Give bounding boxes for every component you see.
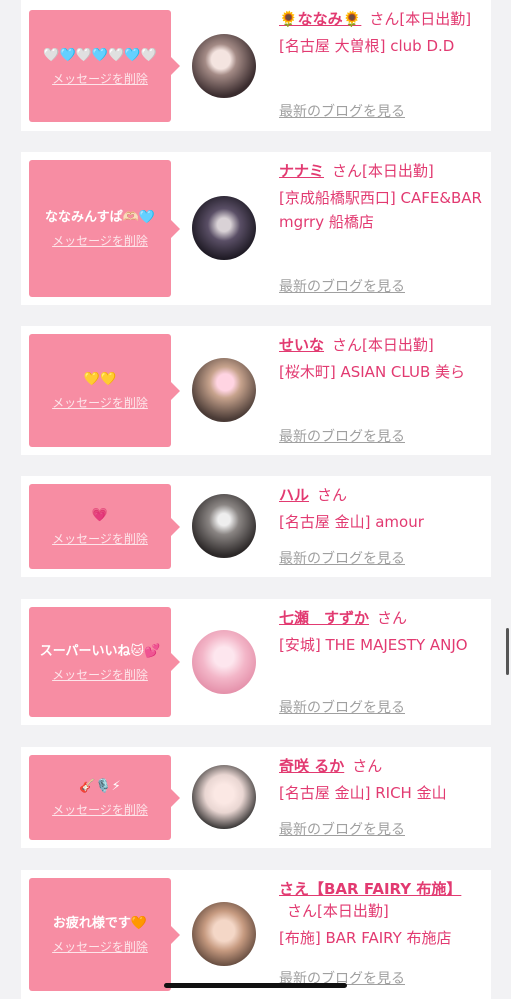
cast-name-link[interactable]: 奇咲 るか: [279, 757, 344, 775]
shop-name: [京成船橋駅西口] CAFE&BAR mgrry 船橋店: [279, 189, 482, 231]
scrollbar[interactable]: [506, 628, 509, 675]
avatar[interactable]: [192, 902, 256, 966]
latest-blog-link[interactable]: 最新のブログを見る: [279, 276, 405, 296]
shop-name: [名古屋 金山] amour: [279, 513, 424, 531]
honorific: さん: [377, 609, 408, 627]
message-card: お疲れ様です🧡 メッセージを削除 さえ【BAR FAIRY 布施】さん[本日出勤…: [21, 870, 491, 999]
attendance-status: [本日出勤]: [399, 10, 472, 28]
honorific: さん: [287, 902, 318, 920]
message-bubble: スーパーいいね🐱💕 メッセージを削除: [29, 607, 180, 717]
message-bubble: 💛💛 メッセージを削除: [29, 334, 180, 447]
avatar[interactable]: [192, 196, 256, 260]
attendance-status: [本日出勤]: [362, 162, 434, 180]
cast-name-link[interactable]: 七瀬 すずか: [279, 609, 369, 627]
cast-name-link[interactable]: ナナミ: [279, 162, 324, 180]
message-bubble: ななみんすぱ🫶🏻🩵 メッセージを削除: [29, 160, 180, 297]
shop-name: [安城] THE MAJESTY ANJO: [279, 636, 468, 654]
message-text: 🤍🩵🤍🩵🤍🩵🤍: [43, 47, 157, 63]
avatar[interactable]: [192, 630, 256, 694]
shop-name: [名古屋 金山] RICH 金山: [279, 784, 447, 802]
message-text: 💗: [91, 508, 109, 523]
message-text: ななみんすぱ🫶🏻🩵: [44, 210, 156, 225]
delete-message-link[interactable]: メッセージを削除: [52, 70, 148, 87]
honorific: さん: [369, 10, 400, 28]
message-card: ななみんすぱ🫶🏻🩵 メッセージを削除 ナナミ さん[本日出勤] [京成船橋駅西口]…: [21, 152, 491, 305]
cast-name-link[interactable]: 🌻ななみ🌻: [279, 10, 361, 28]
latest-blog-link[interactable]: 最新のブログを見る: [279, 548, 405, 568]
delete-message-link[interactable]: メッセージを削除: [52, 394, 148, 411]
cast-name-link[interactable]: ハル: [279, 486, 309, 504]
latest-blog-link[interactable]: 最新のブログを見る: [279, 101, 405, 121]
message-card: 💛💛 メッセージを削除 せいな さん[本日出勤] [桜木町] ASIAN CLUB…: [21, 326, 491, 455]
message-card: 💗 メッセージを削除 ハル さん [名古屋 金山] amour 最新のブログを見る: [21, 476, 491, 577]
cast-name-link[interactable]: さえ【BAR FAIRY 布施】: [279, 880, 461, 898]
attendance-status: [本日出勤]: [317, 902, 389, 920]
home-indicator[interactable]: [164, 983, 347, 988]
message-bubble: 💗 メッセージを削除: [29, 484, 180, 569]
message-text: お疲れ様です🧡: [52, 916, 148, 931]
delete-message-link[interactable]: メッセージを削除: [52, 801, 148, 818]
shop-name: [名古屋 大曽根] club D.D: [279, 37, 455, 55]
latest-blog-link[interactable]: 最新のブログを見る: [279, 697, 405, 717]
latest-blog-link[interactable]: 最新のブログを見る: [279, 819, 405, 839]
message-bubble: 🎸🎙️⚡ メッセージを削除: [29, 755, 180, 840]
avatar[interactable]: [192, 765, 256, 829]
honorific: さん: [332, 162, 363, 180]
shop-name: [桜木町] ASIAN CLUB 美ら: [279, 363, 466, 381]
avatar[interactable]: [192, 34, 256, 98]
honorific: さん: [352, 757, 383, 775]
delete-message-link[interactable]: メッセージを削除: [52, 530, 148, 547]
delete-message-link[interactable]: メッセージを削除: [52, 938, 148, 955]
avatar[interactable]: [192, 494, 256, 558]
cast-name-link[interactable]: せいな: [279, 336, 324, 354]
message-text: スーパーいいね🐱💕: [39, 643, 161, 659]
shop-name: [布施] BAR FAIRY 布施店: [279, 929, 452, 947]
message-bubble: 🤍🩵🤍🩵🤍🩵🤍 メッセージを削除: [29, 10, 180, 122]
message-card: 🎸🎙️⚡ メッセージを削除 奇咲 るか さん [名古屋 金山] RICH 金山 最…: [21, 747, 491, 848]
latest-blog-link[interactable]: 最新のブログを見る: [279, 426, 405, 446]
delete-message-link[interactable]: メッセージを削除: [52, 232, 148, 249]
message-text: 🎸🎙️⚡: [79, 779, 121, 794]
message-bubble: お疲れ様です🧡 メッセージを削除: [29, 878, 180, 991]
honorific: さん: [332, 336, 363, 354]
message-card: 🤍🩵🤍🩵🤍🩵🤍 メッセージを削除 🌻ななみ🌻 さん[本日出勤] [名古屋 大曽根]…: [21, 0, 491, 131]
message-card: スーパーいいね🐱💕 メッセージを削除 七瀬 すずか さん [安城] THE MAJ…: [21, 599, 491, 725]
attendance-status: [本日出勤]: [362, 336, 434, 354]
message-text: 💛💛: [83, 372, 117, 387]
delete-message-link[interactable]: メッセージを削除: [52, 666, 148, 683]
honorific: さん: [317, 486, 348, 504]
avatar[interactable]: [192, 358, 256, 422]
